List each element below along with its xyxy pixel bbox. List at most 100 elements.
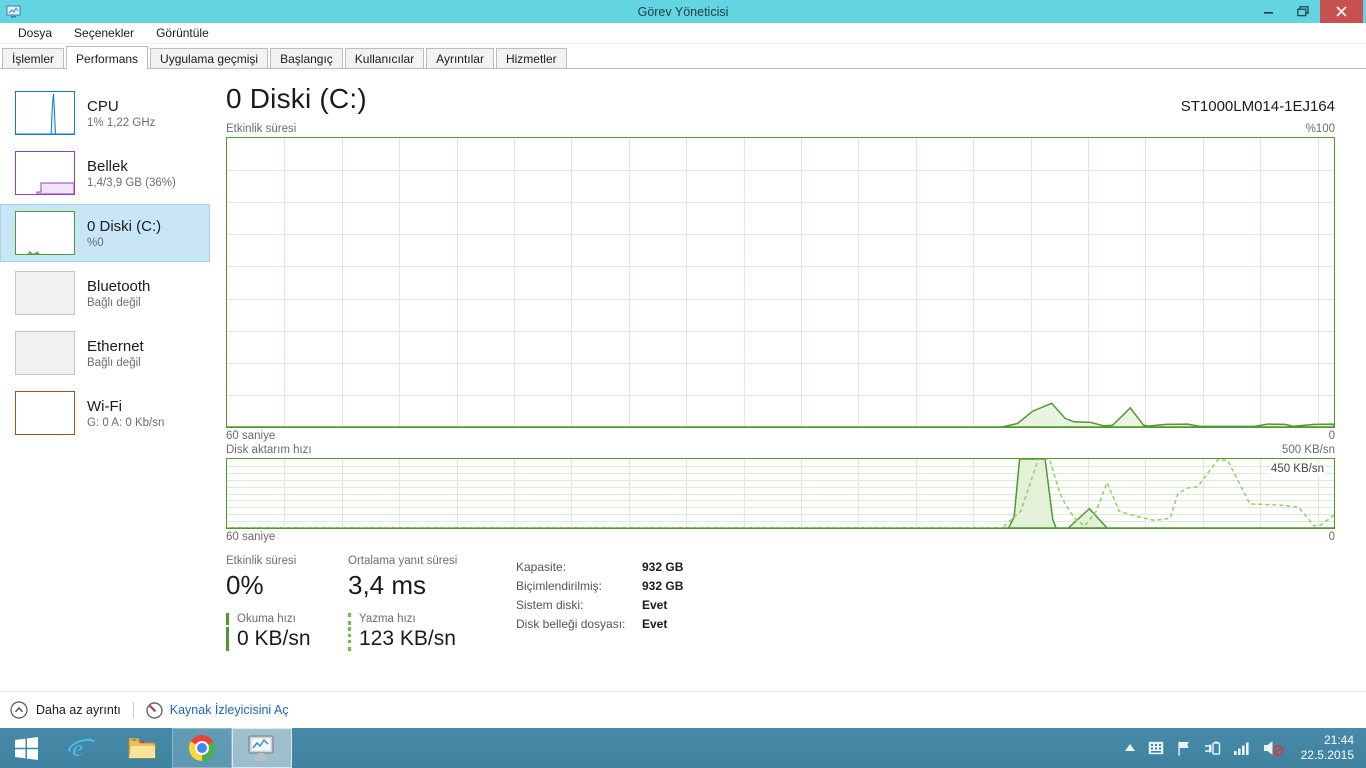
- clock-date: 22.5.2015: [1300, 748, 1354, 762]
- action-center-flag-icon[interactable]: [1177, 741, 1191, 756]
- sidebar-item-cpu[interactable]: CPU 1% 1,22 GHz: [0, 84, 226, 142]
- window-controls: [1252, 0, 1366, 23]
- file-explorer-button[interactable]: [112, 728, 172, 768]
- disk-stats: Etkinlik süresi 0% Okuma hızı 0 KB/sn Or…: [226, 555, 1335, 651]
- active-time-label: Etkinlik süresi: [226, 555, 297, 567]
- internet-explorer-button[interactable]: e: [52, 728, 112, 768]
- active-time-value: 0%: [226, 570, 264, 600]
- detail-row-system-disk: Sistem diski: Evet: [516, 597, 668, 612]
- transfer-chart-x-right: 0: [1328, 531, 1335, 543]
- clock-time: 21:44: [1323, 733, 1354, 747]
- detail-row-capacity: Kapasite: 932 GB: [516, 559, 684, 574]
- chevron-up-circle-icon: [10, 701, 28, 719]
- sidebar-ethernet-title: Ethernet: [87, 337, 144, 355]
- fewer-details-label: Daha az ayrıntı: [36, 703, 121, 717]
- tab-bar: İşlemler Performans Uygulama geçmişi Baş…: [0, 44, 1366, 70]
- write-speed-value: 123 KB/sn: [348, 627, 476, 651]
- sidebar-item-ethernet[interactable]: Ethernet Bağlı değil: [0, 324, 226, 382]
- device-model: ST1000LM014-1EJ164: [1180, 98, 1335, 115]
- cpu-mini-graph: [15, 91, 75, 135]
- sidebar-item-bluetooth[interactable]: Bluetooth Bağlı değil: [0, 264, 226, 322]
- system-tray: 21:44 22.5.2015: [1124, 728, 1366, 768]
- menu-secenekler[interactable]: Seçenekler: [64, 24, 144, 42]
- task-manager-button[interactable]: [232, 728, 292, 768]
- avg-response-value: 3,4 ms: [348, 570, 427, 600]
- sidebar-ethernet-subtitle: Bağlı değil: [87, 356, 141, 369]
- resource-monitor-label: Kaynak İzleyicisini Aç: [169, 703, 289, 717]
- footer-bar: Daha az ayrıntı Kaynak İzleyicisini Aç: [0, 691, 1366, 728]
- file-explorer-icon: [128, 738, 156, 759]
- network-signal-icon[interactable]: [1233, 741, 1251, 755]
- title-bar[interactable]: Görev Yöneticisi: [0, 0, 1366, 23]
- activity-chart-x-left: 60 saniye: [226, 430, 276, 442]
- touch-keyboard-icon[interactable]: [1148, 741, 1164, 755]
- chrome-icon: [189, 735, 215, 761]
- tab-ayrintilar[interactable]: Ayrıntılar: [426, 48, 494, 69]
- sidebar-cpu-title: CPU: [87, 97, 119, 115]
- activity-chart-title: Etkinlik süresi: [226, 123, 297, 135]
- detail-row-page-file: Disk belleği dosyası: Evet: [516, 616, 668, 631]
- activity-chart-x-right: 0: [1328, 430, 1335, 442]
- transfer-chart-x-left: 60 saniye: [226, 531, 276, 543]
- restore-button[interactable]: [1286, 0, 1320, 23]
- screen: Görev Yöneticisi Dosya Seçenekler Görünt…: [0, 0, 1366, 768]
- memory-mini-graph: [15, 151, 75, 195]
- tab-hizmetler[interactable]: Hizmetler: [495, 48, 567, 69]
- disk-mini-graph: [15, 211, 75, 255]
- volume-muted-icon[interactable]: [1263, 740, 1284, 756]
- tab-baslangic[interactable]: Başlangıç: [270, 48, 343, 69]
- fewer-details-button[interactable]: Daha az ayrıntı: [10, 701, 121, 719]
- avg-response-label: Ortalama yanıt süresi: [348, 555, 458, 567]
- disk-performance-panel: 0 Diski (C:) ST1000LM014-1EJ164 Etkinlik…: [226, 69, 1358, 686]
- bluetooth-mini-graph: [15, 271, 75, 315]
- menu-goruntule[interactable]: Görüntüle: [146, 24, 219, 42]
- start-button[interactable]: [0, 728, 52, 768]
- open-resource-monitor-link[interactable]: Kaynak İzleyicisini Aç: [146, 701, 289, 719]
- task-manager-icon: [248, 735, 274, 761]
- svg-text:e: e: [72, 736, 82, 762]
- menu-dosya[interactable]: Dosya: [8, 24, 62, 42]
- disk-activity-chart: [226, 137, 1335, 428]
- window-title: Görev Yöneticisi: [637, 4, 729, 19]
- windows-logo-icon: [14, 736, 38, 760]
- close-button[interactable]: [1320, 0, 1363, 23]
- resource-monitor-icon: [146, 701, 163, 719]
- content: CPU 1% 1,22 GHz Bellek 1,4/3,9 GB (36%): [0, 69, 1366, 686]
- sidebar-wifi-title: Wi-Fi: [87, 397, 122, 415]
- sidebar-memory-title: Bellek: [87, 157, 128, 175]
- activity-chart-max-label: %100: [1305, 123, 1335, 135]
- minimize-button[interactable]: [1252, 0, 1286, 23]
- sidebar-wifi-subtitle: G: 0 A: 0 Kb/sn: [87, 416, 165, 429]
- power-plug-icon[interactable]: [1204, 741, 1221, 756]
- chrome-button[interactable]: [172, 728, 232, 768]
- read-speed-label: Okuma hızı: [226, 613, 322, 625]
- tab-kullanicilar[interactable]: Kullanıcılar: [344, 48, 425, 69]
- taskbar: e 21:44 22.5.2015: [0, 728, 1366, 768]
- page-title: 0 Diski (C:): [226, 83, 367, 114]
- taskbar-clock[interactable]: 21:44 22.5.2015: [1301, 733, 1358, 763]
- sidebar-bluetooth-subtitle: Bağlı değil: [87, 296, 141, 309]
- sidebar-bluetooth-title: Bluetooth: [87, 277, 151, 295]
- task-manager-window: Görev Yöneticisi Dosya Seçenekler Görünt…: [0, 0, 1366, 728]
- performance-sidebar: CPU 1% 1,22 GHz Bellek 1,4/3,9 GB (36%): [0, 69, 226, 686]
- detail-row-formatted: Biçimlendirilmiş: 932 GB: [516, 578, 684, 593]
- tab-uygulama-gecmisi[interactable]: Uygulama geçmişi: [150, 48, 269, 69]
- transfer-chart-title: Disk aktarım hızı: [226, 444, 312, 456]
- tab-performans[interactable]: Performans: [66, 46, 149, 70]
- show-hidden-icons-chevron[interactable]: [1124, 744, 1135, 752]
- sidebar-memory-subtitle: 1,4/3,9 GB (36%): [87, 176, 176, 189]
- transfer-chart-scale-label: 450 KB/sn: [1268, 463, 1326, 475]
- footer-separator: [132, 702, 134, 718]
- sidebar-item-wifi[interactable]: Wi-Fi G: 0 A: 0 Kb/sn: [0, 384, 226, 442]
- transfer-chart-max-label: 500 KB/sn: [1281, 444, 1335, 456]
- tab-islemler[interactable]: İşlemler: [2, 48, 65, 69]
- sidebar-item-memory[interactable]: Bellek 1,4/3,9 GB (36%): [0, 144, 226, 202]
- sidebar-disk-subtitle: %0: [87, 236, 104, 249]
- disk-detail-grid: Kapasite: 932 GB Biçimlendirilmiş: 932 G…: [516, 557, 683, 651]
- write-speed-label: Yazma hızı: [348, 613, 476, 625]
- wifi-mini-graph: [15, 391, 75, 435]
- sidebar-cpu-subtitle: 1% 1,22 GHz: [87, 116, 156, 129]
- sidebar-item-disk[interactable]: 0 Diski (C:) %0: [0, 204, 210, 262]
- menu-bar: Dosya Seçenekler Görüntüle: [0, 23, 1366, 44]
- internet-explorer-icon: e: [68, 736, 95, 762]
